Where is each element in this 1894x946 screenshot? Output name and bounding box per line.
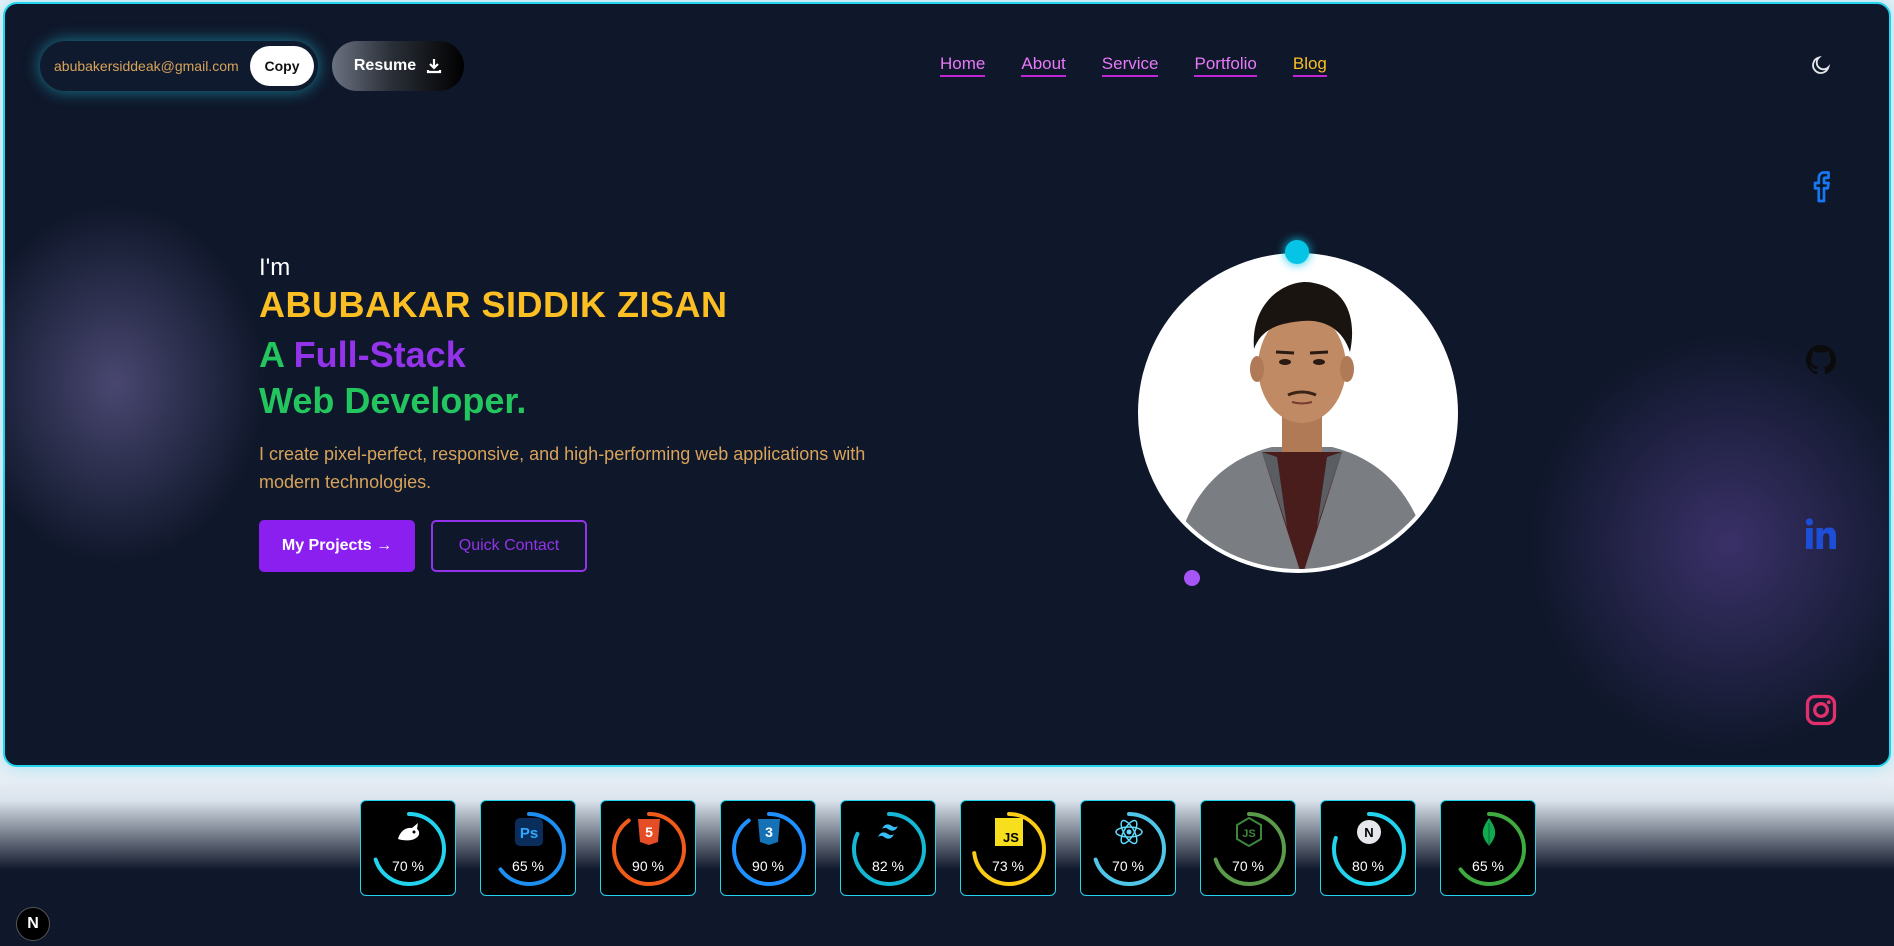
nextjs-dev-badge[interactable]: N [16, 907, 50, 941]
hero-description: I create pixel-perfect, responsive, and … [259, 444, 866, 492]
skill-card-gimp: 70 % [360, 800, 456, 896]
role-line-2: Web Developer. [259, 380, 527, 421]
css3-icon: 3 [758, 819, 780, 845]
skill-percent: 82 % [872, 858, 904, 874]
html5-icon: 5 [638, 819, 660, 845]
nav-blog[interactable]: Blog [1292, 54, 1327, 77]
svg-text:3: 3 [765, 824, 773, 840]
skills-row: 70 % Ps 65 % 5 90 % 3 90 % 82 % JS 73 % … [360, 800, 1536, 896]
svg-text:JS: JS [1242, 828, 1255, 840]
role-line-1: A Full-Stack [259, 334, 466, 376]
gimp-icon [398, 823, 420, 841]
background-glow-left [5, 204, 265, 564]
skill-percent: 65 % [512, 858, 544, 874]
svg-text:5: 5 [645, 824, 653, 840]
skill-card-mongodb: 65 % [1440, 800, 1536, 896]
mongodb-icon [1482, 818, 1496, 846]
quick-contact-button[interactable]: Quick Contact [431, 520, 587, 572]
role-highlight: Full-Stack [293, 334, 466, 375]
skill-percent: 70 % [1232, 858, 1264, 874]
copy-email-button[interactable]: Copy [250, 46, 314, 86]
skill-percent: 73 % [992, 858, 1024, 874]
skill-card-tailwind: 82 % [840, 800, 936, 896]
skill-card-javascript: JS 73 % [960, 800, 1056, 896]
svg-text:Ps: Ps [520, 825, 538, 842]
main-nav: Home About Service Portfolio Blog [940, 54, 1327, 77]
nodejs-icon: JS [1236, 817, 1262, 847]
download-icon [427, 59, 442, 74]
resume-label: Resume [353, 57, 417, 74]
role-prefix: A [259, 334, 294, 375]
linkedin-icon[interactable] [1803, 516, 1839, 552]
skill-card-photoshop: Ps 65 % [480, 800, 576, 896]
developer-name: ABUBAKAR SIDDIK ZISAN [259, 284, 728, 325]
moon-icon[interactable] [1810, 54, 1832, 76]
nav-service[interactable]: Service [1101, 54, 1159, 77]
photoshop-icon: Ps [515, 818, 543, 846]
email-text: abubakersiddeak@gmail.com [54, 58, 239, 74]
skill-percent: 70 % [1112, 858, 1144, 874]
javascript-icon: JS [995, 818, 1023, 846]
github-icon[interactable] [1803, 342, 1839, 378]
nextjs-icon: N [1357, 820, 1381, 844]
skill-card-react: 70 % [1080, 800, 1176, 896]
skill-percent: 90 % [632, 858, 664, 874]
skill-card-nextjs: N 80 % [1320, 800, 1416, 896]
nav-about[interactable]: About [1021, 54, 1066, 77]
instagram-icon[interactable] [1803, 692, 1839, 728]
email-pill: abubakersiddeak@gmail.com Copy [40, 41, 318, 91]
svg-text:N: N [1364, 825, 1373, 840]
profile-photo [1138, 253, 1458, 573]
tailwind-icon [878, 824, 898, 839]
nav-portfolio[interactable]: Portfolio [1194, 54, 1257, 77]
decorative-dot-cyan [1285, 240, 1309, 264]
facebook-icon[interactable] [1803, 168, 1839, 204]
skill-percent: 90 % [752, 858, 784, 874]
intro-text: I'm [259, 254, 291, 281]
skill-card-css3: 3 90 % [720, 800, 816, 896]
react-icon [1115, 819, 1143, 845]
my-projects-button[interactable]: My Projects → [259, 520, 415, 572]
decorative-dot-purple [1184, 570, 1200, 586]
svg-text:JS: JS [1003, 830, 1019, 845]
skill-percent: 65 % [1472, 858, 1504, 874]
resume-download-button[interactable]: Resume [332, 41, 464, 91]
nav-home[interactable]: Home [940, 54, 986, 77]
skill-percent: 70 % [392, 858, 424, 874]
skill-card-html5: 5 90 % [600, 800, 696, 896]
skill-card-nodejs: JS 70 % [1200, 800, 1296, 896]
skill-percent: 80 % [1352, 858, 1384, 874]
